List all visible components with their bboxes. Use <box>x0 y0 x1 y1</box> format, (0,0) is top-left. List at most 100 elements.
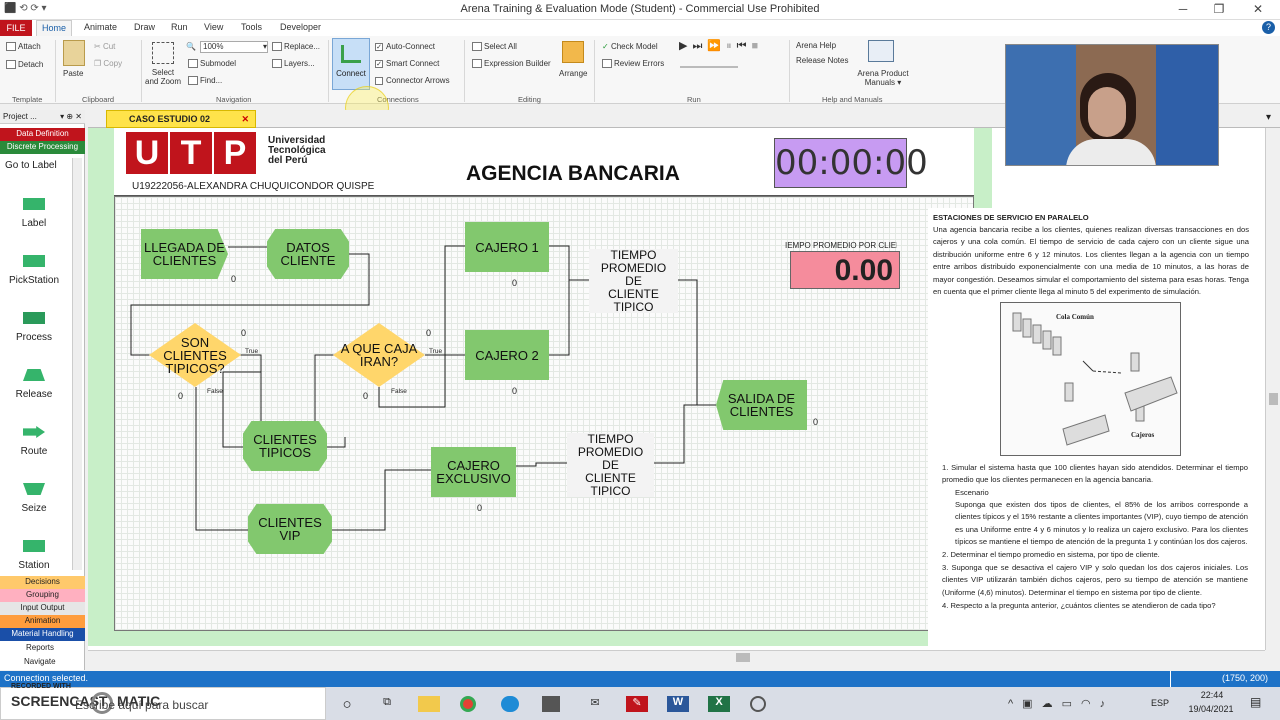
expression-builder-button[interactable]: Expression Builder <box>472 59 551 69</box>
system-tray[interactable]: ^▣☁▭◠♪ <box>1008 697 1114 710</box>
select-zoom-icon[interactable] <box>152 42 174 64</box>
select-zoom-button[interactable]: Select and Zoom <box>145 68 181 86</box>
clock-time[interactable]: 22:44 <box>1192 690 1232 700</box>
zoom-combo[interactable]: 100% ▾ <box>200 41 268 53</box>
language-indicator[interactable]: ESP <box>1151 698 1169 708</box>
tab-dropdown-icon[interactable]: ▾ <box>1266 112 1271 123</box>
close-button[interactable]: ✕ <box>1243 2 1273 18</box>
maximize-button[interactable]: ❐ <box>1204 2 1234 18</box>
vertical-scrollbar[interactable] <box>1265 128 1280 650</box>
model-canvas[interactable]: UTP Universidad Tecnológica del Perú U19… <box>88 128 1265 650</box>
panel-discrete-processing[interactable]: Discrete Processing <box>0 141 85 154</box>
stop-icon[interactable]: ■ <box>751 40 763 52</box>
panel-material-handling[interactable]: Material Handling <box>0 628 85 641</box>
tab-view[interactable]: View <box>204 22 223 32</box>
excel-icon[interactable]: X <box>708 696 730 712</box>
tab-developer[interactable]: Developer <box>280 22 321 32</box>
node-clientes-vip[interactable]: CLIENTES VIP <box>248 504 332 554</box>
submodel-button[interactable]: Submodel <box>188 59 236 69</box>
help-icon[interactable]: ? <box>1262 21 1275 34</box>
tab-draw[interactable]: Draw <box>134 22 155 32</box>
module-goto-label[interactable]: Go to Label <box>5 160 57 171</box>
panel-decisions[interactable]: Decisions <box>0 576 85 589</box>
detach-button[interactable]: Detach <box>6 60 43 70</box>
node-llegada-clientes[interactable]: LLEGADA DE CLIENTES <box>141 229 228 279</box>
tab-home[interactable]: Home <box>36 20 72 36</box>
copy-button[interactable]: ❐ Copy <box>94 59 122 68</box>
cut-button[interactable]: ✂ Cut <box>94 42 115 51</box>
edge-icon[interactable] <box>501 696 519 712</box>
tray-cloud-icon[interactable]: ☁ <box>1042 698 1062 710</box>
store-icon[interactable] <box>542 696 560 712</box>
node-tiempo-promedio-2[interactable]: TIEMPO PROMEDIO DE CLIENTE TIPICO <box>567 433 654 498</box>
speed-slider[interactable] <box>680 66 738 68</box>
module-station[interactable]: Station <box>4 540 64 571</box>
close-tab-icon[interactable]: ✕ <box>241 114 249 125</box>
check-model-button[interactable]: ✓ Check Model <box>602 42 658 51</box>
module-route[interactable]: Route <box>4 426 64 457</box>
minimize-button[interactable]: ─ <box>1168 2 1198 18</box>
product-manuals-button[interactable]: Arena Product Manuals ▾ <box>855 69 911 87</box>
chrome-icon[interactable] <box>460 696 476 712</box>
mail-icon[interactable]: ✉ <box>584 696 606 712</box>
connect-button[interactable]: Connect <box>332 38 370 90</box>
find-button[interactable]: Find... <box>188 76 222 86</box>
cortana-icon[interactable]: ○ <box>336 696 358 713</box>
connector-arrows-checkbox[interactable]: Connector Arrows <box>375 76 450 85</box>
start-over-icon[interactable]: ⏮ <box>737 40 752 52</box>
arrange-button[interactable]: Arrange <box>559 69 587 78</box>
clock-date[interactable]: 19/04/2021 <box>1182 704 1240 714</box>
arena-help-button[interactable]: Arena Help <box>796 41 836 50</box>
tray-app-icon[interactable]: ▣ <box>1022 698 1041 710</box>
scroll-thumb[interactable] <box>736 653 750 662</box>
arena-icon[interactable]: ✎ <box>626 696 648 712</box>
tray-volume-icon[interactable]: ♪ <box>1100 698 1115 710</box>
node-salida-clientes[interactable]: SALIDA DE CLIENTES <box>716 380 807 430</box>
node-tiempo-promedio-1[interactable]: TIEMPO PROMEDIO DE CLIENTE TIPICO <box>589 249 678 314</box>
task-view-icon[interactable]: ⧉ <box>376 696 398 712</box>
taskbar-search[interactable]: RECORDED WITH SCREENCAST MATIC Escribe a… <box>0 683 326 720</box>
horizontal-scrollbar[interactable] <box>88 650 1265 664</box>
module-seize[interactable]: Seize <box>4 483 64 514</box>
tab-animate[interactable]: Animate <box>84 22 117 32</box>
panel-data-definition[interactable]: Data Definition <box>0 128 85 141</box>
layers-button[interactable]: Layers... <box>272 59 315 69</box>
manuals-icon[interactable] <box>868 40 894 62</box>
project-scrollbar[interactable] <box>72 158 82 570</box>
pause-icon[interactable]: ⏸ <box>726 40 737 52</box>
panel-input-output[interactable]: Input Output <box>0 602 85 615</box>
select-all-button[interactable]: Select All <box>472 42 517 52</box>
replace-button[interactable]: Replace... <box>272 42 320 52</box>
tray-network-icon[interactable]: ◠ <box>1081 698 1100 710</box>
node-datos-cliente[interactable]: DATOS CLIENTE <box>267 229 349 279</box>
notifications-icon[interactable]: ▤ <box>1250 695 1261 709</box>
play-icon[interactable]: ▶ <box>679 40 692 52</box>
tab-tools[interactable]: Tools <box>241 22 262 32</box>
recorder-icon[interactable] <box>750 696 766 712</box>
smart-connect-checkbox[interactable]: ✓ Smart Connect <box>375 59 439 68</box>
panel-navigate[interactable]: Navigate <box>24 657 56 666</box>
panel-animation[interactable]: Animation <box>0 615 85 628</box>
node-cajero-2[interactable]: CAJERO 2 <box>465 330 549 380</box>
module-label[interactable]: Label <box>4 198 64 229</box>
panel-reports[interactable]: Reports <box>26 643 54 652</box>
arrange-icon[interactable] <box>562 41 584 63</box>
tab-run[interactable]: Run <box>171 22 188 32</box>
review-errors-button[interactable]: Review Errors <box>602 59 664 69</box>
tray-chevron-icon[interactable]: ^ <box>1008 698 1022 710</box>
node-clientes-tipicos[interactable]: CLIENTES TIPICOS <box>243 421 327 471</box>
tab-caso-estudio-02[interactable]: CASO ESTUDIO 02 ✕ <box>106 110 256 128</box>
auto-connect-checkbox[interactable]: ✓ Auto-Connect <box>375 42 435 51</box>
module-process[interactable]: Process <box>4 312 64 343</box>
tab-file[interactable]: FILE <box>0 20 32 36</box>
attach-button[interactable]: Attach <box>6 42 41 52</box>
paste-button[interactable]: Paste <box>63 69 83 78</box>
node-cajero-exclusivo[interactable]: CAJERO EXCLUSIVO <box>431 447 516 497</box>
node-cajero-1[interactable]: CAJERO 1 <box>465 222 549 272</box>
release-notes-button[interactable]: Release Notes <box>796 56 848 65</box>
run-controls[interactable]: ▶⏭⏩⏸⏮■ <box>679 39 763 53</box>
tray-battery-icon[interactable]: ▭ <box>1062 698 1081 710</box>
search-placeholder[interactable]: Escribe aquí para buscar <box>75 698 208 712</box>
panel-grouping[interactable]: Grouping <box>0 589 85 602</box>
module-release[interactable]: Release <box>4 369 64 400</box>
